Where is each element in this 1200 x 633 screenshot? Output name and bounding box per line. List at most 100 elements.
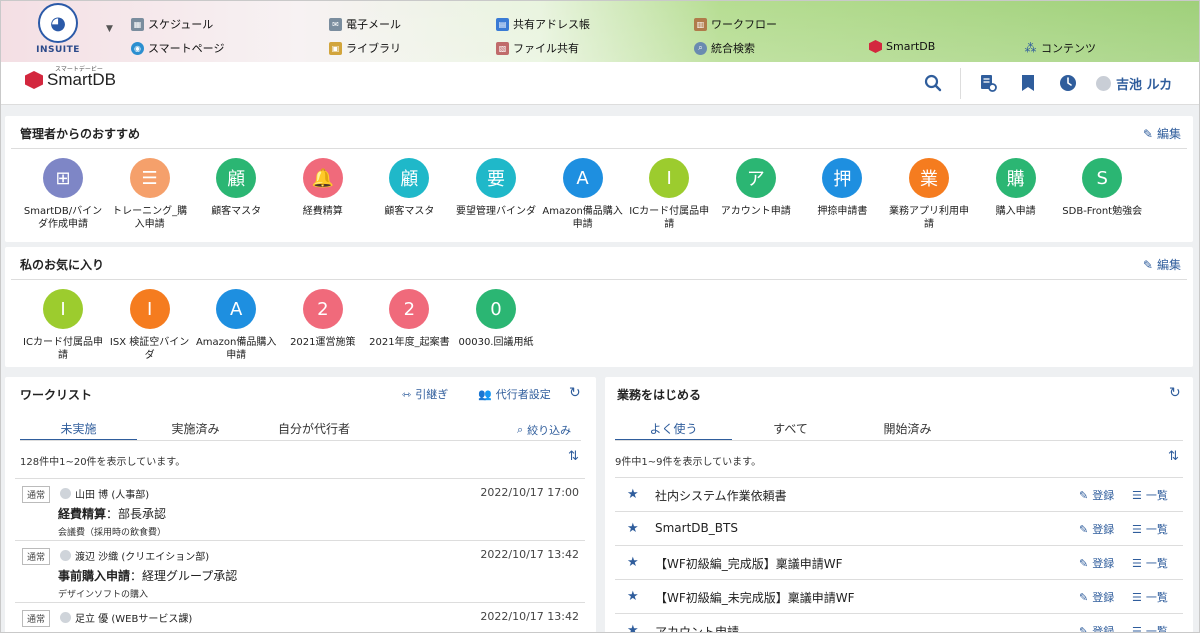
- app-tile[interactable]: 押押捺申請書: [799, 158, 885, 218]
- tab-started[interactable]: 開始済み: [849, 415, 966, 441]
- user-menu[interactable]: 吉池 ルカ: [1096, 74, 1172, 93]
- bookmark-icon[interactable]: [1017, 72, 1039, 94]
- menu-smartdb[interactable]: SmartDB: [869, 40, 935, 53]
- user-name: 吉池 ルカ: [1116, 78, 1173, 93]
- list-item[interactable]: ★ アカウント申請 ✎ 登録 ☰ 一覧: [615, 613, 1183, 633]
- app-tile[interactable]: 顧顧客マスタ: [193, 158, 279, 218]
- recommend-edit-button[interactable]: ✎ 編集: [1143, 125, 1181, 142]
- favorites-edit-button[interactable]: ✎ 編集: [1143, 256, 1181, 273]
- row-date: 2022/10/17 13:42: [480, 610, 579, 623]
- business-count: 9件中1~9件を表示しています。: [615, 457, 762, 468]
- list-button[interactable]: ☰ 一覧: [1132, 589, 1168, 605]
- list-button[interactable]: ☰ 一覧: [1132, 623, 1168, 633]
- star-icon[interactable]: ★: [627, 623, 639, 633]
- tab-all[interactable]: すべて: [732, 415, 849, 441]
- app-label: 2021運営施策: [290, 337, 356, 348]
- star-icon[interactable]: ★: [627, 521, 639, 536]
- app-tile[interactable]: 2 2021運営施策: [280, 289, 366, 349]
- app-icon: 0: [476, 289, 516, 329]
- register-button[interactable]: ✎ 登録: [1079, 521, 1114, 537]
- menu-library[interactable]: ▣ ライブラリ: [329, 40, 401, 56]
- app-label: ISX 検証空バインダ: [109, 337, 190, 361]
- insuite-logo[interactable]: ◕ INSUITE: [28, 3, 88, 59]
- search-icon[interactable]: [922, 72, 944, 94]
- list-item[interactable]: ★ SmartDB_BTS ✎ 登録 ☰ 一覧: [615, 511, 1183, 545]
- app-label: ICカード付属品申請: [23, 337, 103, 361]
- filter-button[interactable]: ⌕ 絞り込み: [517, 422, 571, 438]
- table-row[interactable]: 通常 渡辺 沙織 (クリエイション部) 2022/10/17 13:42 事前購入申請…: [15, 540, 585, 602]
- table-row[interactable]: 通常 足立 優 (WEBサービス課) 2022/10/17 13:42: [15, 602, 585, 633]
- list-item[interactable]: ★ 【WF初級編_未完成版】稟議申請WF ✎ 登録 ☰ 一覧: [615, 579, 1183, 613]
- star-icon[interactable]: ★: [627, 487, 639, 502]
- menu-file-share[interactable]: ▧ ファイル共有: [496, 40, 579, 56]
- tab-frequent[interactable]: よく使う: [615, 415, 732, 441]
- app-tile[interactable]: S SDB-Front勉強会: [1059, 158, 1145, 218]
- register-button[interactable]: ✎ 登録: [1079, 487, 1114, 503]
- star-icon[interactable]: ★: [627, 589, 639, 604]
- app-tile[interactable]: 購購入申請: [973, 158, 1059, 218]
- app-tile[interactable]: アアカウント申請: [713, 158, 799, 218]
- app-label: Amazon備品購入申請: [542, 206, 623, 230]
- app-label: Amazon備品購入申請: [195, 337, 277, 361]
- app-tile[interactable]: A Amazon備品購入申請: [540, 158, 626, 231]
- menu-mail[interactable]: ✉ 電子メール: [329, 16, 401, 32]
- list-item[interactable]: ★ 【WF初級編_完成版】稟議申請WF ✎ 登録 ☰ 一覧: [615, 545, 1183, 579]
- tab-not-done[interactable]: 未実施: [20, 415, 137, 441]
- admin-settings-icon[interactable]: [977, 72, 999, 94]
- sort-icon[interactable]: ⇅: [568, 449, 579, 464]
- delegate-settings-button[interactable]: 👥 代行者設定: [478, 386, 551, 402]
- app-icon: I: [129, 289, 170, 329]
- smartdb-cube-icon: [25, 71, 43, 89]
- list-icon: ☰: [1132, 590, 1142, 604]
- menu-smartpage[interactable]: ◉ スマートページ: [131, 40, 224, 56]
- app-label: 顧客マスタ: [384, 206, 435, 217]
- avatar: [1096, 76, 1111, 91]
- list-button[interactable]: ☰ 一覧: [1132, 555, 1168, 571]
- menu-contents[interactable]: ⁂ コンテンツ: [1024, 40, 1097, 56]
- table-row[interactable]: 通常 山田 博 (人事部) 2022/10/17 17:00 経費精算：部長承認 会議費…: [15, 478, 585, 540]
- business-name: SmartDB_BTS: [655, 521, 738, 535]
- menu-workflow[interactable]: ▥ ワークフロー: [694, 16, 777, 32]
- row-app: 経費精算: [58, 507, 107, 521]
- register-button[interactable]: ✎ 登録: [1079, 555, 1114, 571]
- register-button[interactable]: ✎ 登録: [1079, 623, 1114, 633]
- refresh-icon[interactable]: ↻: [1169, 385, 1181, 401]
- tab-done[interactable]: 実施済み: [137, 415, 254, 441]
- app-tile[interactable]: I ICカード付属品申請: [626, 158, 712, 231]
- app-icon: 顧: [216, 158, 257, 198]
- app-tile[interactable]: I ICカード付属品申請: [20, 289, 106, 362]
- app-tile[interactable]: 2 2021年度_起案書: [366, 289, 452, 349]
- menu-schedule[interactable]: ▦ スケジュール: [131, 16, 213, 32]
- refresh-icon[interactable]: ↻: [569, 385, 581, 401]
- app-tile[interactable]: ☰ トレーニング_購入申請: [107, 158, 193, 231]
- app-tile[interactable]: 🔔 経費精算: [280, 158, 366, 218]
- app-tile[interactable]: 業業務アプリ利用申請: [886, 158, 972, 231]
- menu-address-book[interactable]: ▤ 共有アドレス帳: [496, 16, 590, 32]
- app-icon: ⊞: [43, 158, 83, 198]
- register-button[interactable]: ✎ 登録: [1079, 589, 1114, 605]
- star-icon[interactable]: ★: [627, 555, 639, 570]
- app-tile[interactable]: 顧顧客マスタ: [366, 158, 452, 218]
- menu-search[interactable]: ⌕ 統合検索: [694, 40, 755, 56]
- app-tile[interactable]: 要要望管理バインダ: [453, 158, 539, 218]
- file-share-icon: ▧: [496, 41, 509, 55]
- app-tile[interactable]: I ISX 検証空バインダ: [107, 289, 193, 362]
- requester-name: 渡辺 沙織 (クリエイション部): [75, 552, 210, 563]
- app-tile[interactable]: 0 00030.回議用紙: [453, 289, 539, 349]
- list-button[interactable]: ☰ 一覧: [1132, 521, 1168, 537]
- app-tile[interactable]: A Amazon備品購入申請: [193, 289, 279, 362]
- list-button[interactable]: ☰ 一覧: [1132, 487, 1168, 503]
- app-icon: 要: [476, 158, 516, 198]
- menu-label: 共有アドレス帳: [513, 18, 590, 31]
- handover-button[interactable]: ⇿ 引継ぎ: [402, 386, 448, 402]
- chevron-down-icon[interactable]: ▼: [106, 24, 113, 34]
- list-item[interactable]: ★ 社内システム作業依頼書 ✎ 登録 ☰ 一覧: [615, 477, 1183, 511]
- handover-label: 引継ぎ: [415, 388, 449, 401]
- sort-icon[interactable]: ⇅: [1168, 449, 1179, 464]
- app-icon: 顧: [389, 158, 430, 198]
- tab-delegate[interactable]: 自分が代行者: [254, 415, 374, 441]
- menu-label: コンテンツ: [1041, 42, 1096, 55]
- app-tile[interactable]: ⊞ SmartDB/バインダ作成申請: [20, 158, 106, 231]
- clock-icon[interactable]: [1057, 72, 1079, 94]
- smartdb-logo[interactable]: SmartDB スマートデービー: [25, 66, 116, 90]
